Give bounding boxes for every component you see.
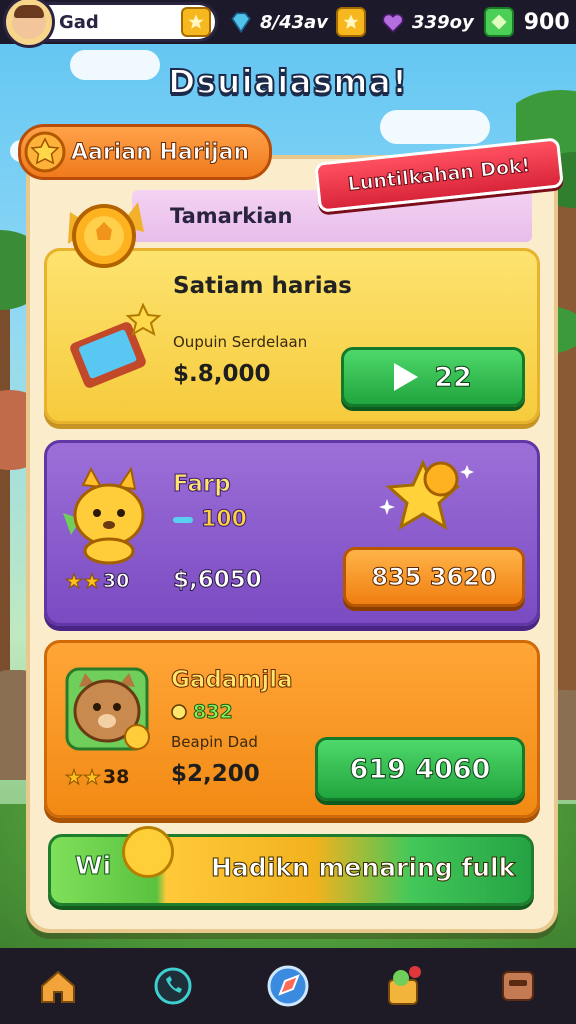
offer-2-rating-value: 30 <box>102 570 130 593</box>
offer-3-button-label: 619 4060 <box>349 753 491 785</box>
bolt-chip-icon <box>173 516 193 523</box>
star-reward-icon <box>379 459 474 531</box>
play-icon <box>394 363 419 391</box>
bear-character-icon <box>65 667 150 751</box>
resource-gems-value: 8/43av <box>260 11 329 33</box>
star-icon: ★ <box>65 569 84 594</box>
offer-2-buy-button[interactable]: 835 3620 <box>343 547 525 607</box>
cat-character-icon <box>63 466 145 565</box>
offer-2-title: Farp <box>173 471 232 498</box>
compass-icon[interactable] <box>265 963 311 1009</box>
offer-card-3[interactable]: Gadamjla 832 Beapin Dad ★ ★ 38 $2,200 619… <box>44 640 540 818</box>
gift-icon[interactable] <box>380 963 426 1009</box>
cloud <box>380 110 490 144</box>
medal-icon <box>122 826 174 878</box>
offer-1-price: $.8,000 <box>173 361 271 387</box>
offer-1-play-button[interactable]: 22 <box>341 347 525 407</box>
offer-2-badge: 100 <box>173 507 248 533</box>
offer-2-price: $,6050 <box>173 567 263 594</box>
offer-2-button-label: 835 3620 <box>371 563 497 592</box>
star-badge-icon <box>24 131 66 173</box>
clock-icon <box>171 704 187 720</box>
header-tab-label: Aarian Harijan <box>70 139 250 165</box>
offer-3-buy-button[interactable]: 619 4060 <box>315 737 525 801</box>
offer-3-price: $2,200 <box>171 761 260 787</box>
gem-icon <box>231 12 251 34</box>
inbox-icon[interactable] <box>495 963 541 1009</box>
top-hud: Gad 8/43av 339oy 900 <box>0 0 576 48</box>
offer-2-badge-value: 100 <box>201 507 248 533</box>
bottom-nav <box>0 948 576 1024</box>
phone-icon[interactable] <box>150 963 196 1009</box>
daily-header-tab[interactable]: Aarian Harijan <box>18 124 272 180</box>
resource-hearts-value: 339oy <box>412 11 474 33</box>
ticket-icon <box>70 302 162 388</box>
star-chip-icon[interactable] <box>181 7 211 37</box>
offer-3-rating-value: 38 <box>102 766 130 788</box>
offer-3-badge-value: 832 <box>193 701 234 724</box>
page-title: Dsuiaiasma! <box>167 61 409 102</box>
star-icon: ★ <box>65 765 84 790</box>
star-icon: ★ <box>82 569 101 594</box>
promo-ribbon-label: Luntilkahan Dok! <box>346 154 532 196</box>
add-star-icon[interactable] <box>336 7 367 37</box>
bottom-cta-label: Hadikn menaring fulk <box>210 853 516 883</box>
home-icon[interactable] <box>35 963 81 1009</box>
coin-icon <box>68 202 144 268</box>
bottom-left-label: Wi <box>74 851 112 881</box>
section-strip-label: Tamarkian <box>170 204 293 228</box>
resource-cash-value: 900 <box>523 9 570 35</box>
offer-1-subtitle: Oupuin Serdelaan <box>173 333 308 351</box>
resource-gems[interactable]: 8/43av <box>228 7 370 37</box>
star-icon: ★ <box>82 765 101 790</box>
player-profile[interactable]: Gad <box>3 0 218 48</box>
offer-1-title: Satiam harias <box>173 273 352 299</box>
offer-3-subtitle: Beapin Dad <box>171 733 258 751</box>
player-name: Gad <box>59 11 99 33</box>
bottom-cta-bar[interactable]: Wi Hadikn menaring fulk <box>48 834 534 906</box>
resource-cash[interactable]: 900 <box>483 7 570 37</box>
offer-card-2[interactable]: Farp 100 ★ ★ 30 $,6050 835 3620 <box>44 440 540 626</box>
avatar-face-icon <box>12 5 46 39</box>
offer-3-badge: 832 <box>171 701 234 724</box>
cash-icon <box>483 7 514 37</box>
offer-2-rating: ★ ★ 30 <box>65 569 130 594</box>
resource-hearts[interactable]: 339oy <box>380 9 474 35</box>
offer-3-title: Gadamjla <box>171 667 294 694</box>
offer-1-button-label: 22 <box>434 361 473 393</box>
offer-3-rating: ★ ★ 38 <box>65 765 130 790</box>
avatar[interactable] <box>3 0 55 48</box>
heart-gem-icon <box>382 13 404 33</box>
